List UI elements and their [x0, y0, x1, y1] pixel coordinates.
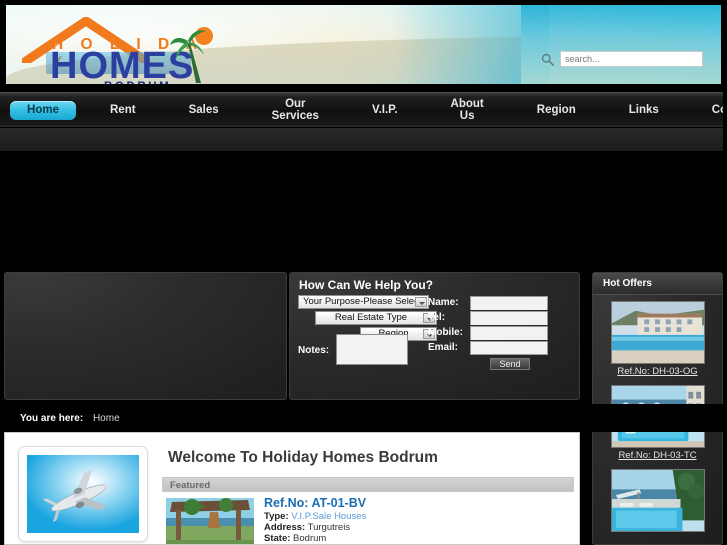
logo-text-bodrum: BODRUM	[104, 81, 171, 84]
nav-item-links[interactable]: Links	[619, 93, 669, 127]
hot-offer-item[interactable]	[593, 469, 722, 532]
search-icon[interactable]	[541, 53, 554, 66]
help-form-title: How Can We Help You?	[299, 278, 434, 292]
listing-type-label: Type	[264, 511, 286, 522]
header-teal-gradient	[520, 5, 721, 84]
nav-item-sales[interactable]: Sales	[179, 93, 229, 127]
mobile-label: Mobile:	[428, 327, 463, 338]
listing-row-type: Type: V.I.P.Sale Houses	[264, 511, 367, 522]
field-row-tel: Tel:	[428, 310, 548, 325]
featured-section-header: Featured	[162, 477, 574, 492]
listing-state-label: State	[264, 533, 288, 544]
palm-tree-icon	[170, 27, 213, 83]
listing-row-state: State: Bodrum	[264, 533, 327, 544]
hot-offers-title: Hot Offers	[603, 278, 652, 289]
side-photo-frame	[18, 446, 148, 542]
header-banner-image: H O L I D A Y HOMES BODRUM	[6, 5, 721, 84]
page-title: Welcome To Holiday Homes Bodrum	[168, 449, 438, 466]
breadcrumb: You are here: Home	[20, 413, 120, 424]
airplane-photo	[27, 455, 139, 533]
breadcrumb-current[interactable]: Home	[93, 413, 120, 424]
select-real-estate-type[interactable]: Real Estate Type	[315, 311, 437, 325]
site-header: H O L I D A Y HOMES BODRUM	[0, 0, 727, 90]
hot-offer-thumbnail	[610, 469, 705, 532]
page-root: H O L I D A Y HOMES BODRUM	[0, 0, 727, 545]
send-button[interactable]: Send	[490, 358, 530, 370]
main-content: Welcome To Holiday Homes Bodrum Featured…	[4, 432, 580, 545]
search-input[interactable]	[560, 51, 703, 67]
banner-top-strip	[0, 128, 727, 151]
site-logo[interactable]: H O L I D A Y HOMES BODRUM	[20, 9, 215, 84]
search-container	[541, 51, 703, 67]
field-row-name: Name:	[428, 295, 548, 310]
contact-fields: Name: Tel: Mobile: Email:	[428, 295, 548, 355]
hero-banner	[0, 128, 727, 268]
main-navigation: Home Rent Sales Our Services V.I.P. Abou…	[0, 92, 727, 128]
content-gutter	[580, 432, 588, 545]
nav-item-vip[interactable]: V.I.P.	[362, 93, 408, 127]
hot-offer-ref[interactable]: Ref.No: DH-03-TC	[593, 450, 722, 461]
notes-textarea[interactable]	[336, 334, 408, 365]
mobile-field[interactable]	[470, 325, 548, 340]
tel-label: Tel:	[428, 312, 446, 323]
nav-item-region[interactable]: Region	[527, 93, 586, 127]
notes-label: Notes:	[298, 345, 330, 356]
middle-band: How Can We Help You? Your Purpose-Please…	[0, 268, 727, 545]
breadcrumb-label: You are here:	[20, 413, 84, 424]
page-right-edge	[723, 0, 727, 545]
listing-state-value: Bodrum	[293, 533, 327, 544]
nav-item-our-services[interactable]: Our Services	[262, 93, 329, 127]
email-label: Email:	[428, 342, 459, 353]
listing-row-address: Address: Turgutreis	[264, 522, 351, 533]
listing-thumbnail[interactable]	[166, 498, 254, 545]
field-row-email: Email:	[428, 340, 548, 355]
chevron-down-icon[interactable]	[415, 297, 427, 307]
name-field[interactable]	[470, 295, 548, 310]
listing-address-value: Turgutreis	[307, 522, 351, 533]
select-purpose[interactable]: Your Purpose-Please Select	[298, 295, 429, 309]
hot-offer-thumbnail	[610, 301, 705, 364]
tel-field[interactable]	[470, 310, 548, 325]
left-feature-panel	[4, 272, 287, 400]
breadcrumb-bar: You are here: Home	[0, 404, 727, 432]
listing-details: Ref.No: AT-01-BV Type: V.I.P.Sale Houses…	[264, 497, 367, 544]
nav-item-rent[interactable]: Rent	[100, 93, 146, 127]
field-row-mobile: Mobile:	[428, 325, 548, 340]
featured-listing: Ref.No: AT-01-BV Type: V.I.P.Sale Houses…	[166, 497, 367, 545]
help-form-panel: How Can We Help You? Your Purpose-Please…	[289, 272, 580, 400]
nav-item-about-us[interactable]: About Us	[441, 93, 494, 127]
name-label: Name:	[428, 297, 459, 308]
select-purpose-value: Your Purpose-Please Select	[303, 296, 422, 307]
select-real-estate-type-value: Real Estate Type	[334, 312, 408, 323]
email-field[interactable]	[470, 340, 548, 355]
listing-ref[interactable]: Ref.No: AT-01-BV	[264, 497, 366, 510]
hot-offers-header: Hot Offers	[593, 273, 722, 295]
featured-label: Featured	[170, 480, 211, 491]
hot-offer-ref[interactable]: Ref.No: DH-03-OG	[593, 366, 722, 377]
listing-type-value[interactable]: V.I.P.Sale Houses	[291, 511, 366, 522]
nav-item-home[interactable]: Home	[10, 100, 76, 120]
hot-offer-item[interactable]: Ref.No: DH-03-OG	[593, 301, 722, 377]
listing-address-label: Address	[264, 522, 303, 533]
